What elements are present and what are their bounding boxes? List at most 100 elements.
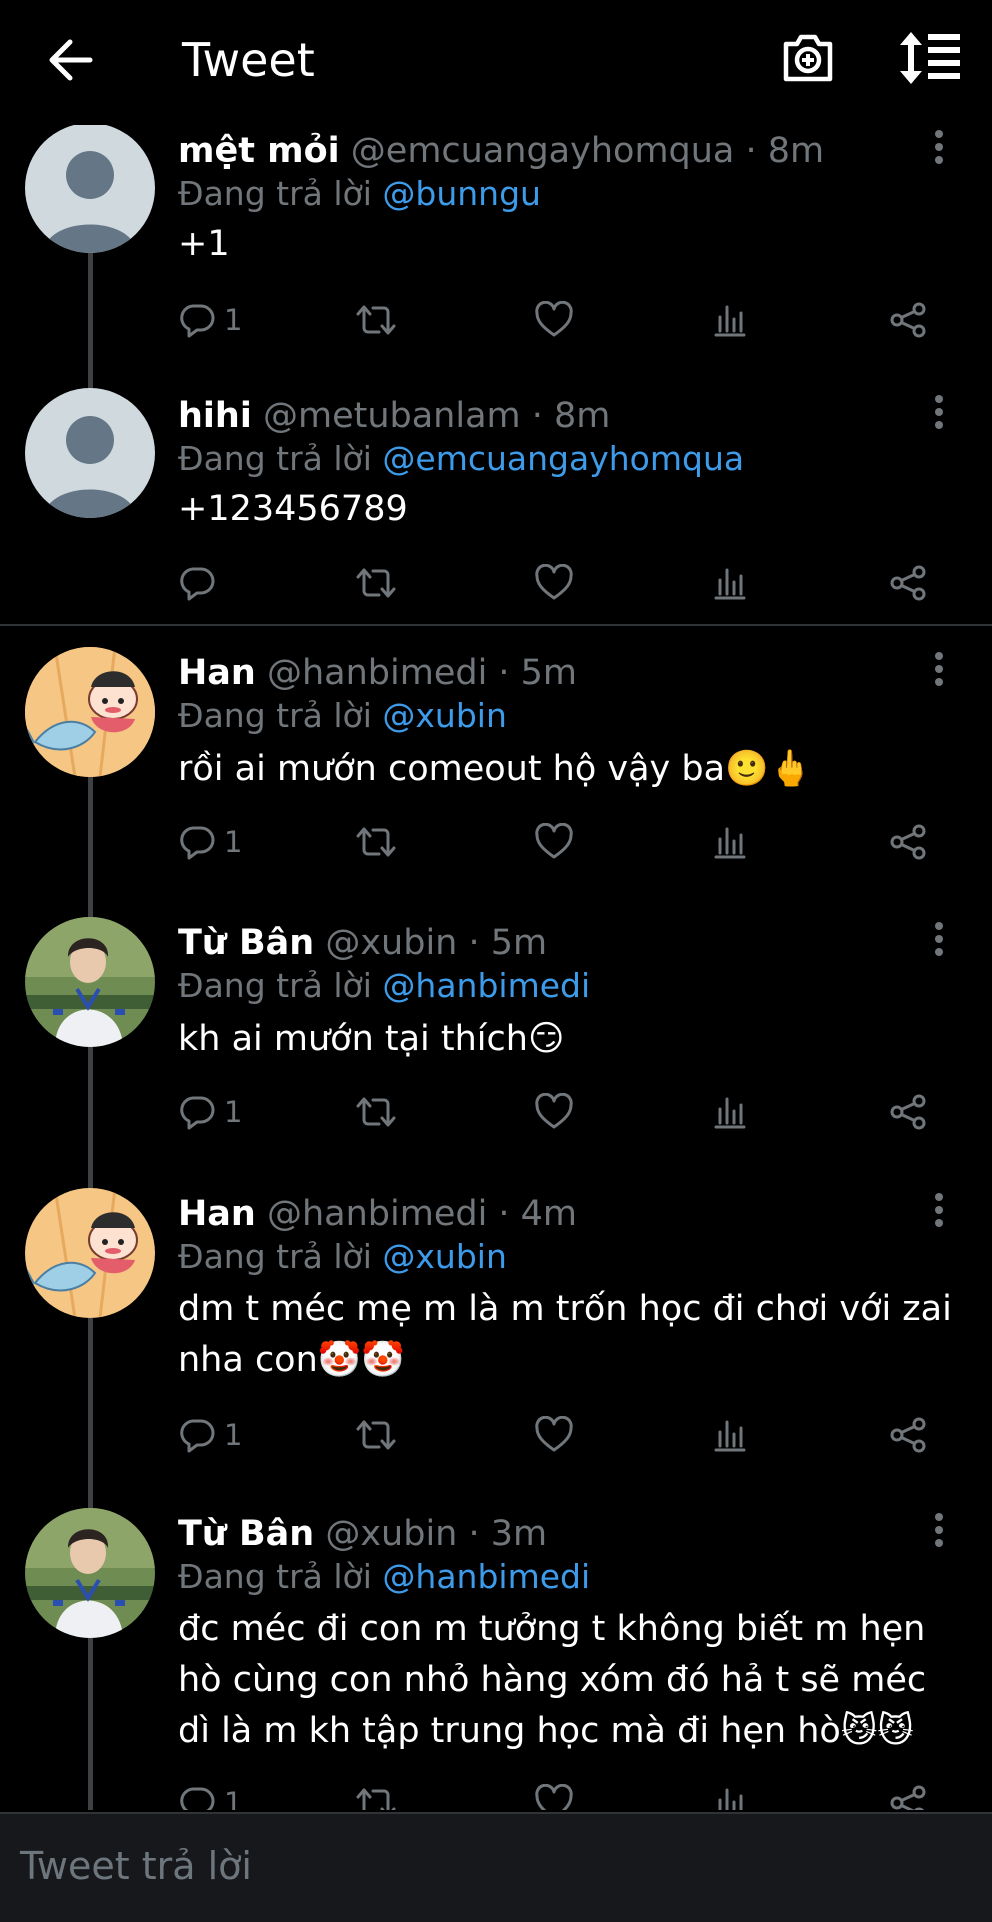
reply-feed: mệt mỏi @emcuangayhomqua · 8m Đang trả l… — [0, 125, 992, 1810]
analytics-button[interactable] — [713, 558, 747, 608]
reply-button[interactable]: 1 — [178, 1778, 242, 1810]
analytics-button[interactable] — [713, 295, 747, 345]
more-options-icon[interactable] — [924, 649, 954, 689]
tweet-header: Han @hanbimedi · 5m — [178, 650, 577, 696]
profile-photo-image — [25, 1508, 155, 1638]
more-options-icon[interactable] — [924, 392, 954, 432]
reply-input[interactable]: Tweet trả lời — [20, 1844, 252, 1888]
retweet-button[interactable] — [353, 817, 399, 867]
heart-icon — [535, 1093, 573, 1129]
avatar[interactable] — [25, 388, 155, 518]
display-name[interactable]: Từ Bân — [178, 923, 314, 963]
share-icon — [890, 565, 926, 601]
tweet-actions: 1 — [178, 1778, 948, 1810]
cartoon-avatar-image — [25, 1188, 155, 1318]
like-button[interactable] — [534, 295, 574, 345]
like-button[interactable] — [534, 1087, 574, 1137]
avatar[interactable] — [25, 647, 155, 777]
share-icon — [890, 824, 926, 860]
retweet-button[interactable] — [353, 1778, 399, 1810]
reply-compose-bar[interactable]: Tweet trả lời — [0, 1812, 992, 1922]
share-button[interactable] — [888, 558, 928, 608]
thread-line — [88, 777, 93, 917]
heart-icon — [535, 1416, 573, 1452]
tweet-header: mệt mỏi @emcuangayhomqua · 8m — [178, 128, 824, 174]
avatar[interactable] — [25, 1508, 155, 1638]
more-options-icon[interactable] — [924, 127, 954, 167]
heart-icon — [535, 1784, 573, 1810]
share-button[interactable] — [888, 1410, 928, 1460]
like-button[interactable] — [534, 558, 574, 608]
tweet-header: hihi @metubanlam · 8m — [178, 393, 610, 439]
mention-link[interactable]: @emcuangayhomqua — [382, 439, 744, 478]
analytics-button[interactable] — [713, 1778, 747, 1810]
display-name[interactable]: Han — [178, 653, 256, 693]
share-button[interactable] — [888, 817, 928, 867]
reply-icon — [180, 304, 215, 338]
camera-add-icon[interactable] — [780, 30, 836, 86]
retweet-button[interactable] — [353, 558, 399, 608]
share-button[interactable] — [888, 1778, 928, 1810]
top-bar: Tweet — [0, 0, 992, 120]
more-options-icon[interactable] — [924, 1510, 954, 1550]
default-avatar-icon — [25, 388, 155, 518]
tweet-text: dm t méc mẹ m là m trốn học đi chơi với … — [178, 1289, 952, 1380]
replying-label: Đang trả lời — [178, 1557, 372, 1596]
reply-button[interactable]: 1 — [178, 295, 242, 345]
retweet-button[interactable] — [353, 295, 399, 345]
mention-link[interactable]: @hanbimedi — [382, 966, 590, 1005]
display-name[interactable]: mệt mỏi — [178, 131, 340, 171]
thread-line — [88, 1638, 93, 1810]
avatar[interactable] — [25, 125, 155, 253]
reply-count: 1 — [224, 1786, 243, 1810]
share-button[interactable] — [888, 295, 928, 345]
handle-time: @hanbimedi · 4m — [266, 1194, 578, 1234]
mention-link[interactable]: @xubin — [382, 696, 506, 735]
retweet-icon — [356, 1097, 396, 1127]
display-name[interactable]: Han — [178, 1194, 256, 1234]
cartoon-avatar-image — [25, 647, 155, 777]
mention-link[interactable]: @bunngu — [382, 174, 541, 213]
replying-to: Đang trả lời @bunngu — [178, 172, 541, 216]
analytics-button[interactable] — [713, 1410, 747, 1460]
back-arrow-icon[interactable] — [44, 34, 96, 86]
handle-time: @hanbimedi · 5m — [266, 653, 578, 693]
reply-button[interactable]: 1 — [178, 817, 242, 867]
tweet-actions: 1 — [178, 295, 948, 345]
tweet-header: Từ Bân @xubin · 5m — [178, 920, 547, 966]
analytics-button[interactable] — [713, 817, 747, 867]
reply-button[interactable]: 1 — [178, 1410, 242, 1460]
mention-link[interactable]: @xubin — [382, 1237, 506, 1276]
thread-line — [88, 1318, 93, 1510]
retweet-icon — [356, 305, 396, 335]
tweet-text: +123456789 — [178, 489, 408, 529]
reply-button[interactable] — [178, 558, 224, 608]
more-options-icon[interactable] — [924, 919, 954, 959]
analytics-icon — [714, 827, 746, 859]
replying-label: Đang trả lời — [178, 966, 372, 1005]
display-name[interactable]: hihi — [178, 396, 252, 436]
retweet-icon — [356, 1420, 396, 1450]
retweet-button[interactable] — [353, 1087, 399, 1137]
mention-link[interactable]: @hanbimedi — [382, 1557, 590, 1596]
avatar[interactable] — [25, 1188, 155, 1318]
analytics-button[interactable] — [713, 1087, 747, 1137]
share-icon — [890, 1094, 926, 1130]
profile-photo-image — [25, 917, 155, 1047]
avatar[interactable] — [25, 917, 155, 1047]
share-icon — [890, 302, 926, 338]
like-button[interactable] — [534, 1778, 574, 1810]
sort-replies-icon[interactable] — [898, 30, 962, 86]
like-button[interactable] — [534, 817, 574, 867]
replying-label: Đang trả lời — [178, 174, 372, 213]
retweet-icon — [356, 568, 396, 598]
replying-label: Đang trả lời — [178, 696, 372, 735]
more-options-icon[interactable] — [924, 1190, 954, 1230]
reply-count: 1 — [224, 1418, 243, 1452]
display-name[interactable]: Từ Bân — [178, 1514, 314, 1554]
like-button[interactable] — [534, 1410, 574, 1460]
share-button[interactable] — [888, 1087, 928, 1137]
reply-button[interactable]: 1 — [178, 1087, 242, 1137]
share-icon — [890, 1785, 926, 1810]
retweet-button[interactable] — [353, 1410, 399, 1460]
